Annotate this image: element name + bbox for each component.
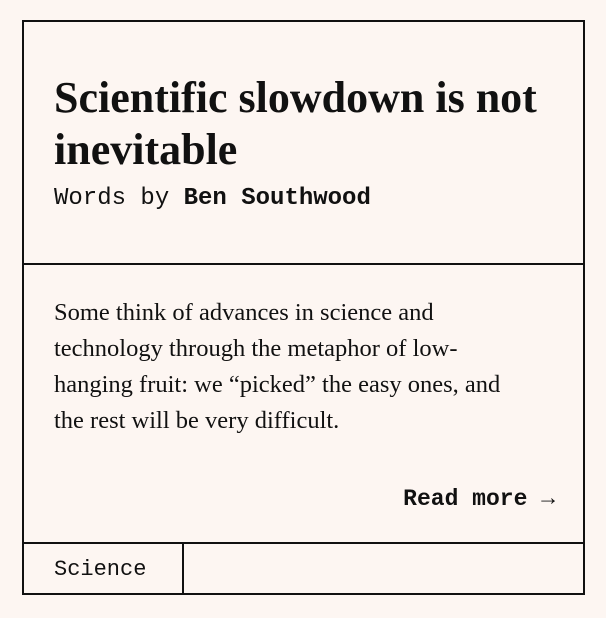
author-name[interactable]: Ben Southwood bbox=[184, 185, 371, 212]
article-card: Scientific slowdown is not inevitable Wo… bbox=[22, 20, 585, 595]
card-header: Scientific slowdown is not inevitable Wo… bbox=[24, 22, 583, 265]
article-title[interactable]: Scientific slowdown is not inevitable bbox=[54, 72, 554, 176]
card-footer: Science bbox=[24, 544, 583, 595]
read-more-link[interactable]: Read more → bbox=[403, 485, 555, 513]
article-excerpt: Some think of advances in science and te… bbox=[54, 299, 501, 434]
card-body: Some think of advances in science and te… bbox=[24, 265, 583, 544]
byline: Words by Ben Southwood bbox=[54, 185, 371, 213]
category-tag[interactable]: Science bbox=[24, 544, 184, 595]
byline-prefix: Words by bbox=[54, 185, 184, 212]
